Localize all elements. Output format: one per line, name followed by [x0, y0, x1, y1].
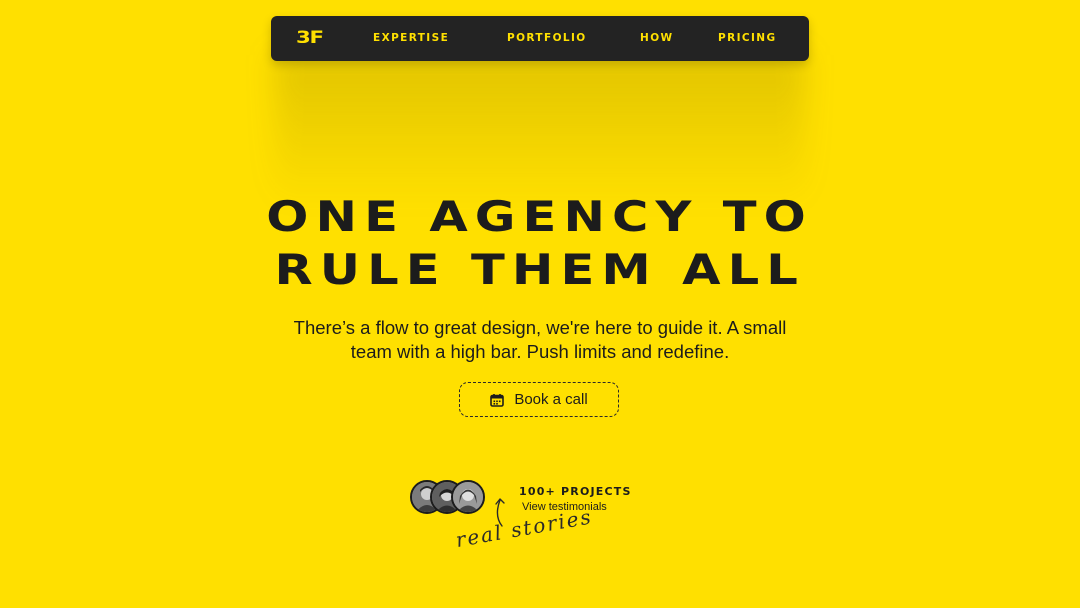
- hero-subtitle-line-1: There’s a flow to great design, we're he…: [293, 317, 787, 338]
- book-call-button[interactable]: Book a call: [459, 382, 619, 417]
- avatar: [451, 480, 485, 514]
- nav-link-expertise[interactable]: EXPERTISE: [373, 32, 449, 44]
- brand-logo[interactable]: 3F: [296, 28, 324, 48]
- projects-count: 100+ PROJECTS: [519, 485, 632, 498]
- book-call-label: Book a call: [514, 391, 588, 408]
- nav-shadow: [275, 55, 805, 205]
- top-nav: 3F EXPERTISE PORTFOLIO HOW PRICING: [271, 16, 809, 61]
- nav-link-portfolio[interactable]: PORTFOLIO: [507, 32, 587, 44]
- hero-subtitle-line-2: team with a high bar. Push limits and re…: [350, 341, 730, 362]
- hero-title-line-1: ONE AGENCY TO: [266, 192, 814, 241]
- nav-link-pricing[interactable]: PRICING: [718, 32, 777, 44]
- hero-title-line-2: RULE THEM ALL: [274, 245, 806, 294]
- nav-link-how[interactable]: HOW: [640, 32, 674, 44]
- calendar-icon: [490, 393, 505, 407]
